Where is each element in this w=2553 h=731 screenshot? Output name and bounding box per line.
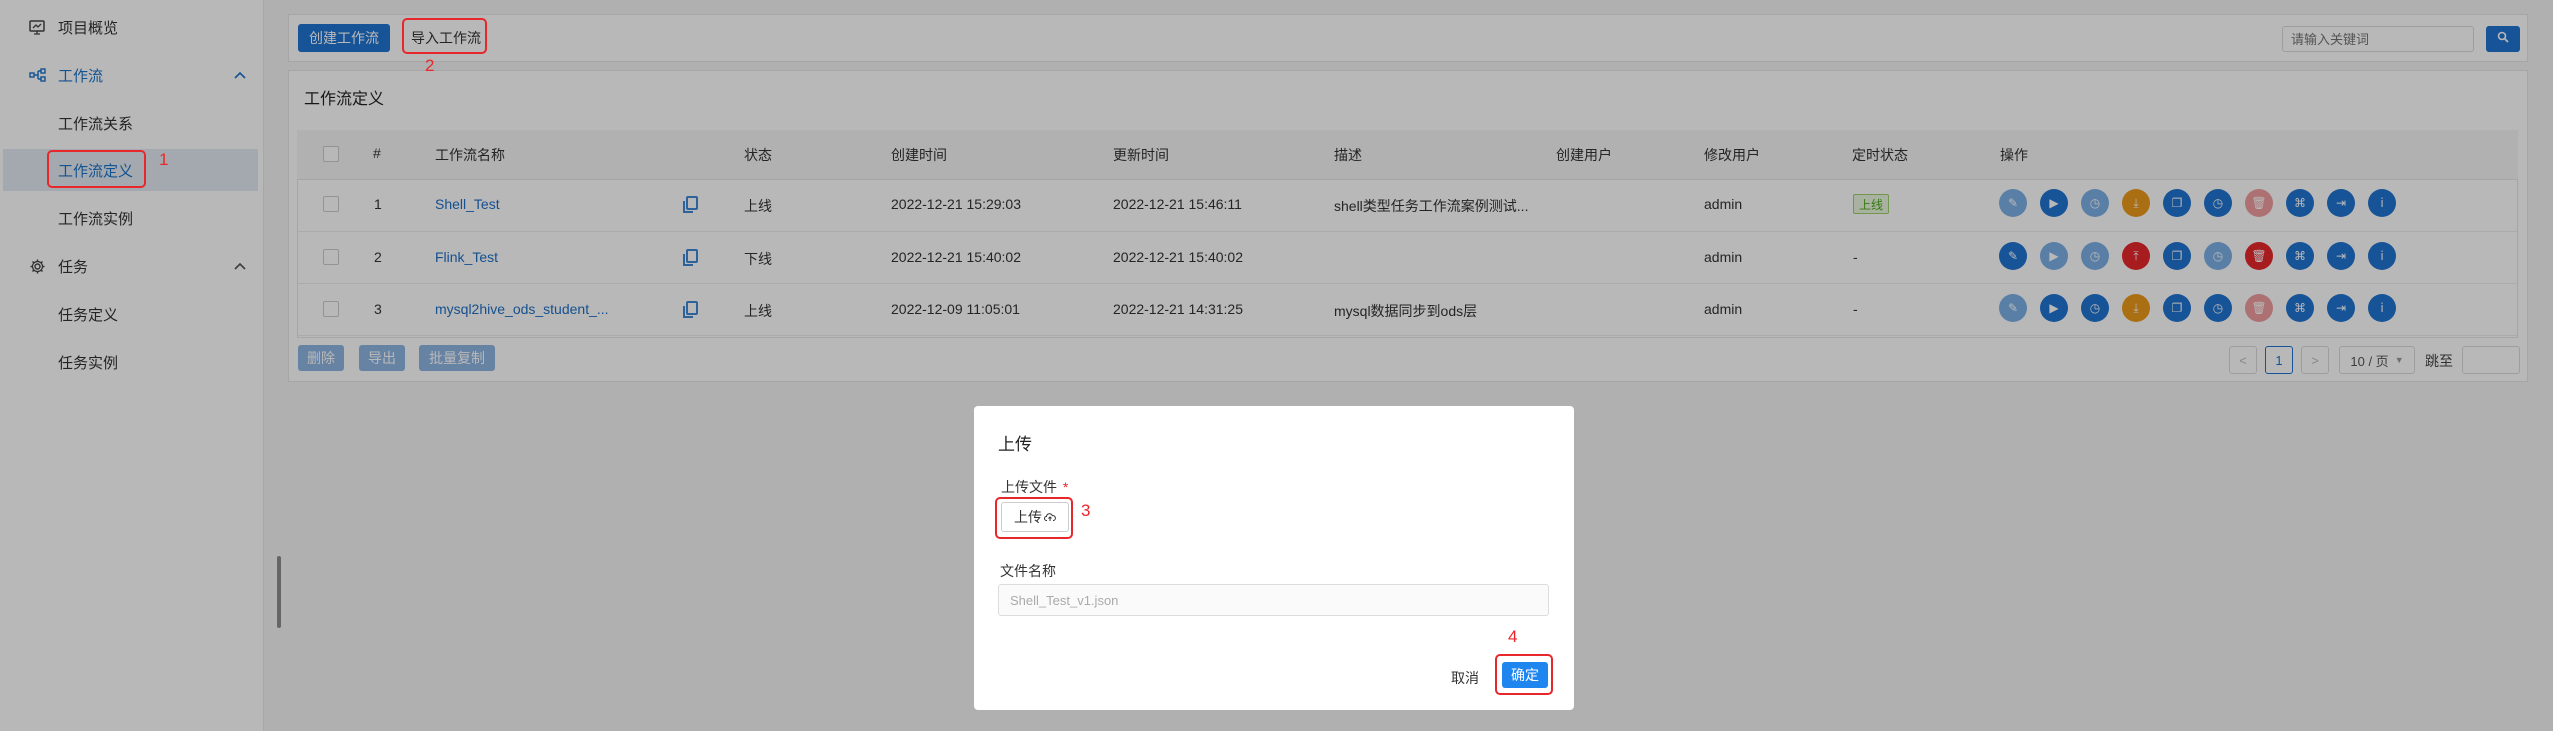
upload-file-label: 上传文件 *	[1001, 477, 1068, 497]
annotation-box-1	[47, 150, 146, 188]
annotation-number-3: 3	[1081, 501, 1091, 520]
upload-file-label-text: 上传文件	[1001, 479, 1057, 495]
cancel-button[interactable]: 取消	[1451, 668, 1479, 688]
annotation-box-2	[402, 18, 487, 54]
file-name-input[interactable]: Shell_Test_v1.json	[998, 584, 1549, 616]
annotation-number-1: 1	[159, 150, 169, 169]
annotation-box-4	[1495, 654, 1553, 695]
annotation-number-2: 2	[425, 56, 435, 75]
annotation-box-3	[995, 497, 1073, 539]
required-mark: *	[1062, 479, 1069, 495]
upload-dialog	[974, 406, 1574, 710]
file-name-label: 文件名称	[1000, 563, 1056, 579]
annotation-number-4: 4	[1508, 627, 1518, 646]
dialog-title: 上传	[998, 435, 1032, 454]
